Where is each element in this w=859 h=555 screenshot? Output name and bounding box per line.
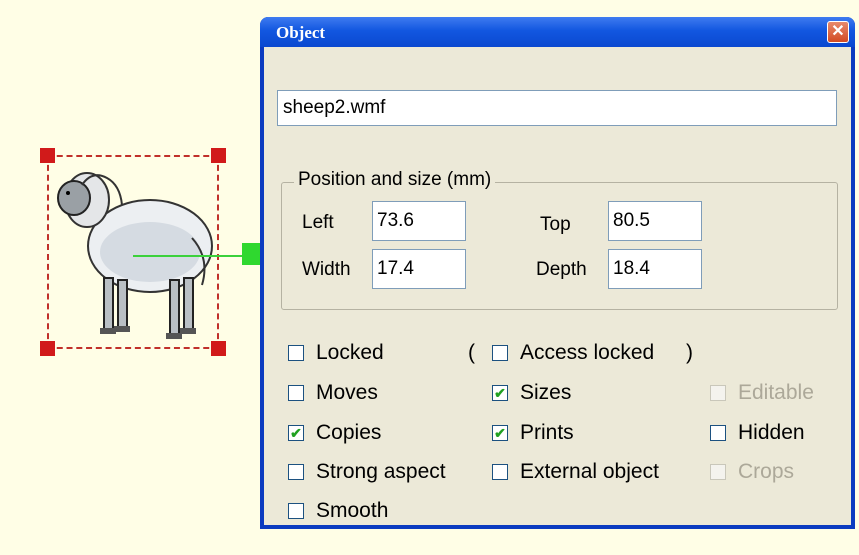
rotation-guide-line	[133, 255, 245, 257]
copies-check-icon[interactable]: ✔	[288, 425, 304, 441]
position-size-group	[281, 182, 838, 310]
rotation-handle[interactable]	[242, 243, 262, 265]
moves-checkbox-box[interactable]	[288, 385, 304, 401]
filename-field[interactable]: sheep2.wmf	[277, 90, 837, 126]
hidden-checkbox-box[interactable]	[710, 425, 726, 441]
top-input[interactable]: 80.5	[608, 201, 702, 241]
width-input[interactable]: 17.4	[372, 249, 466, 289]
dialog-body: sheep2.wmf Position and size (mm) Left 7…	[264, 47, 851, 525]
hidden-checkbox[interactable]: Hidden	[710, 421, 805, 445]
crops-label: Crops	[738, 460, 795, 483]
depth-label: Depth	[536, 259, 587, 280]
paren-open: (	[468, 341, 475, 364]
left-input[interactable]: 73.6	[372, 201, 466, 241]
width-label: Width	[302, 259, 351, 280]
prints-label: Prints	[520, 421, 574, 444]
resize-handle-bottom-left[interactable]	[40, 341, 55, 356]
close-icon: ✕	[831, 23, 845, 40]
prints-checkbox[interactable]: ✔ Prints	[492, 421, 574, 445]
depth-input[interactable]: 18.4	[608, 249, 702, 289]
strong-aspect-checkbox[interactable]: Strong aspect	[288, 460, 446, 484]
external-object-checkbox-box[interactable]	[492, 464, 508, 480]
editable-label: Editable	[738, 381, 814, 404]
paren-close: )	[686, 341, 693, 364]
resize-handle-top-right[interactable]	[211, 148, 226, 163]
locked-checkbox-box[interactable]	[288, 345, 304, 361]
locked-label: Locked	[316, 341, 384, 364]
crops-checkbox-box	[710, 464, 726, 480]
editable-checkbox-box	[710, 385, 726, 401]
sizes-check-icon[interactable]: ✔	[492, 385, 508, 401]
sizes-label: Sizes	[520, 381, 572, 404]
smooth-checkbox[interactable]: Smooth	[288, 499, 388, 523]
strong-aspect-label: Strong aspect	[316, 460, 446, 483]
prints-check-icon[interactable]: ✔	[492, 425, 508, 441]
object-dialog: Object ✕ sheep2.wmf Position and size (m…	[260, 17, 855, 529]
copies-label: Copies	[316, 421, 382, 444]
close-button[interactable]: ✕	[827, 21, 849, 43]
strong-aspect-checkbox-box[interactable]	[288, 464, 304, 480]
locked-checkbox[interactable]: Locked	[288, 341, 384, 365]
access-locked-checkbox[interactable]: Access locked	[492, 341, 654, 365]
access-locked-label: Access locked	[520, 341, 655, 364]
smooth-checkbox-box[interactable]	[288, 503, 304, 519]
copies-checkbox[interactable]: ✔ Copies	[288, 421, 381, 445]
access-locked-checkbox-box[interactable]	[492, 345, 508, 361]
external-object-label: External object	[520, 460, 659, 483]
hidden-label: Hidden	[738, 421, 805, 444]
position-size-group-label: Position and size (mm)	[294, 169, 496, 191]
dialog-titlebar[interactable]: Object ✕	[260, 17, 855, 47]
moves-checkbox[interactable]: Moves	[288, 381, 378, 405]
external-object-checkbox[interactable]: External object	[492, 460, 659, 484]
crops-checkbox: Crops	[710, 460, 794, 484]
selection-frame	[47, 155, 219, 349]
resize-handle-top-left[interactable]	[40, 148, 55, 163]
left-label: Left	[302, 212, 334, 233]
moves-label: Moves	[316, 381, 378, 404]
dialog-title: Object	[276, 23, 326, 42]
editable-checkbox: Editable	[710, 381, 814, 405]
resize-handle-bottom-right[interactable]	[211, 341, 226, 356]
smooth-label: Smooth	[316, 499, 389, 522]
sizes-checkbox[interactable]: ✔ Sizes	[492, 381, 571, 405]
top-label: Top	[540, 214, 571, 235]
